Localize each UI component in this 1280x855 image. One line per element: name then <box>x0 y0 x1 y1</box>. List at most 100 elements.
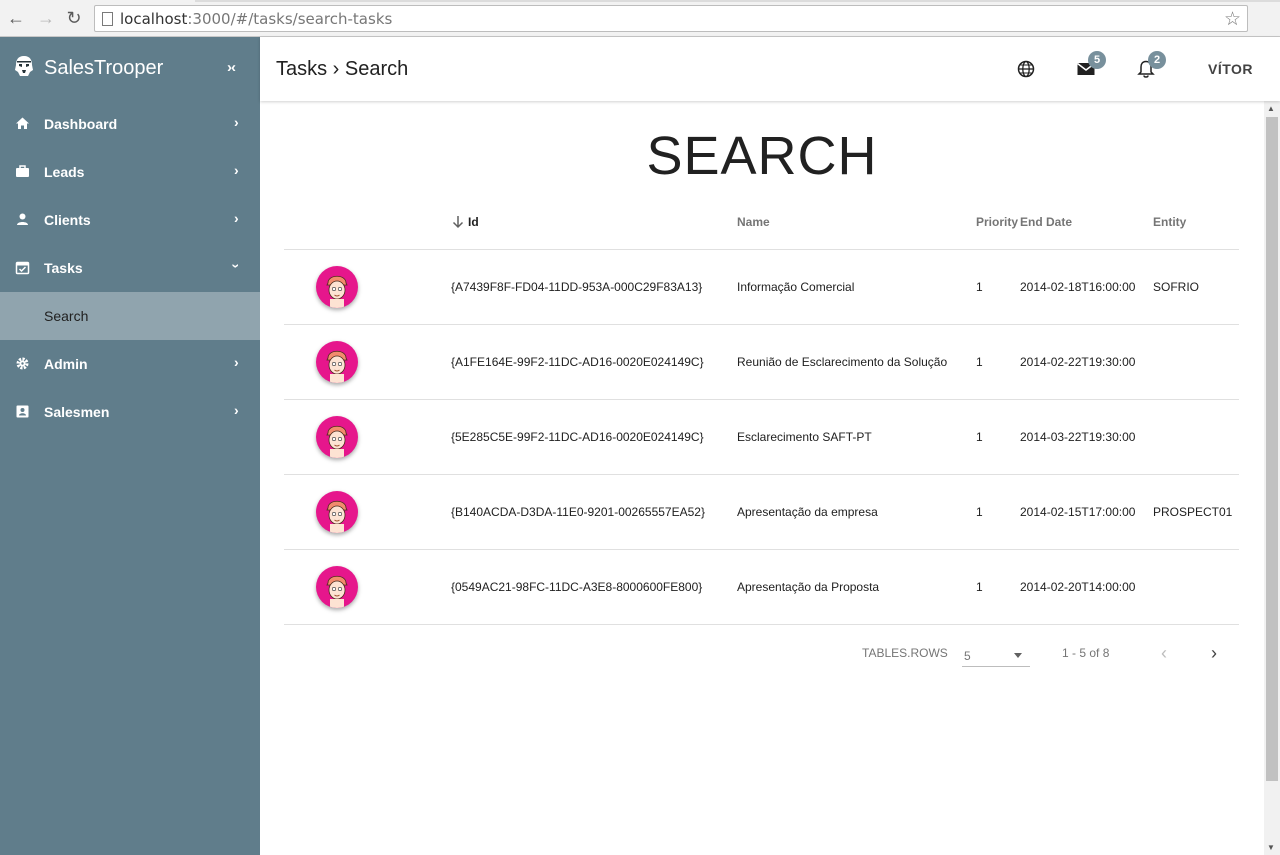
url-path: :3000/#/tasks/search-tasks <box>187 10 393 28</box>
cell-priority: 1 <box>976 505 983 519</box>
sidebar-item-search[interactable]: Search <box>0 292 260 340</box>
page-title: SEARCH <box>646 126 878 186</box>
avatar <box>316 566 358 608</box>
app-header: Tasks › Search 5 2 VÍTOR <box>260 37 1280 101</box>
address-bar[interactable]: localhost:3000/#/tasks/search-tasks ☆ <box>94 5 1248 32</box>
table-row[interactable]: {A1FE164E-99F2-11DC-AD16-0020E024149C} Re… <box>284 325 1239 400</box>
sidebar-item-salesmen[interactable]: Salesmen › <box>0 388 260 436</box>
cell-entity: PROSPECT01 <box>1153 505 1233 519</box>
rows-per-page-select[interactable]: 5 <box>962 647 1030 667</box>
avatar <box>316 266 358 308</box>
chevron-down-icon: › <box>228 263 245 269</box>
page-scrollbar[interactable]: ▲ ▼ <box>1264 101 1280 855</box>
sidebar-item-label: Clients <box>44 212 91 228</box>
cell-end-date: 2014-03-22T19:30:00 <box>1020 430 1136 444</box>
url-host: localhost <box>120 10 188 28</box>
sidebar-item-admin[interactable]: Admin › <box>0 340 260 388</box>
column-header-end-date[interactable]: End Date <box>1020 215 1072 229</box>
scroll-up-icon[interactable]: ▲ <box>1267 104 1275 113</box>
cell-name: Reunião de Esclarecimento da Solução <box>737 355 948 369</box>
briefcase-icon <box>16 165 29 177</box>
breadcrumb: Tasks › Search <box>276 58 409 80</box>
notification-count-badge: 2 <box>1148 51 1166 69</box>
notifications-button[interactable]: 2 <box>1136 51 1166 79</box>
contact-card-icon <box>16 405 29 418</box>
column-header-id[interactable]: Id <box>451 215 479 229</box>
chevron-right-icon: › <box>234 402 239 418</box>
sidebar-item-label: Leads <box>44 164 85 180</box>
globe-icon <box>1017 60 1035 78</box>
sidebar-item-label: Dashboard <box>44 116 118 132</box>
cell-priority: 1 <box>976 580 983 594</box>
cell-priority: 1 <box>976 280 983 294</box>
chevron-right-icon: › <box>234 114 239 130</box>
bookmark-star-icon[interactable]: ☆ <box>1224 8 1241 31</box>
next-page-icon[interactable]: › <box>1202 641 1226 665</box>
chevron-right-icon: › <box>234 162 239 178</box>
column-header-priority[interactable]: Priority <box>976 215 1018 229</box>
dropdown-caret-icon <box>1014 653 1022 658</box>
brand[interactable]: SalesTrooper ›‹ <box>0 37 260 100</box>
cell-id: {0549AC21-98FC-11DC-A3E8-8000600FE800} <box>451 580 703 594</box>
cell-id: {A1FE164E-99F2-11DC-AD16-0020E024149C} <box>451 355 704 369</box>
sidebar-item-leads[interactable]: Leads › <box>0 148 260 196</box>
avatar <box>316 491 358 533</box>
pagination-range: 1 - 5 of 8 <box>1062 646 1110 660</box>
cell-end-date: 2014-02-18T16:00:00 <box>1020 280 1136 294</box>
sidebar-item-label: Admin <box>44 356 88 372</box>
collapse-sidebar-icon[interactable]: ›‹ <box>227 59 236 76</box>
cell-name: Informação Comercial <box>737 280 855 294</box>
home-icon <box>16 117 29 129</box>
stormtrooper-logo-icon <box>15 56 33 76</box>
cell-priority: 1 <box>976 430 983 444</box>
brand-name: SalesTrooper <box>44 57 164 79</box>
sidebar-item-label: Search <box>44 308 89 324</box>
forward-icon[interactable]: → <box>36 8 56 28</box>
avatar <box>316 416 358 458</box>
sidebar-item-clients[interactable]: Clients › <box>0 196 260 244</box>
column-header-label: Id <box>468 215 479 229</box>
scroll-down-icon[interactable]: ▼ <box>1267 843 1275 852</box>
cell-id: {5E285C5E-99F2-11DC-AD16-0020E024149C} <box>451 430 704 444</box>
sidebar-item-label: Tasks <box>44 260 83 276</box>
rows-per-page-label: TABLES.ROWS <box>862 646 948 660</box>
cell-id: {A7439F8F-FD04-11DD-953A-000C29F83A13} <box>451 280 703 294</box>
sidebar: SalesTrooper ›‹ Dashboard › Leads › Clie… <box>0 37 260 855</box>
chevron-right-icon: › <box>234 210 239 226</box>
gear-icon <box>16 357 29 370</box>
mail-count-badge: 5 <box>1088 51 1106 69</box>
cell-id: {B140ACDA-D3DA-11E0-9201-00265557EA52} <box>451 505 705 519</box>
rows-per-page-value: 5 <box>964 649 971 663</box>
cell-entity: SOFRIO <box>1153 280 1200 294</box>
messages-button[interactable]: 5 <box>1076 51 1106 79</box>
sidebar-item-dashboard[interactable]: Dashboard › <box>0 100 260 148</box>
cell-end-date: 2014-02-15T17:00:00 <box>1020 505 1136 519</box>
sort-down-icon <box>452 216 464 229</box>
user-menu-button[interactable]: VÍTOR <box>1208 61 1253 77</box>
url-text[interactable]: localhost:3000/#/tasks/search-tasks <box>120 10 392 28</box>
main-content: SEARCH Id Name Priority End Date Entity … <box>260 101 1264 855</box>
scrollbar-thumb[interactable] <box>1266 117 1278 781</box>
table-row[interactable]: {0549AC21-98FC-11DC-A3E8-8000600FE800} Ap… <box>284 550 1239 625</box>
cell-end-date: 2014-02-20T14:00:00 <box>1020 580 1136 594</box>
column-header-name[interactable]: Name <box>737 215 770 229</box>
cell-name: Apresentação da empresa <box>737 505 878 519</box>
sidebar-menu: Dashboard › Leads › Clients › Tasks › Se… <box>0 100 260 436</box>
chevron-right-icon: › <box>234 354 239 370</box>
person-icon <box>17 213 28 225</box>
table-row[interactable]: {5E285C5E-99F2-11DC-AD16-0020E024149C} Es… <box>284 400 1239 475</box>
calendar-check-icon <box>15 261 30 275</box>
back-icon[interactable]: ← <box>6 8 26 28</box>
table-row[interactable]: {A7439F8F-FD04-11DD-953A-000C29F83A13} In… <box>284 250 1239 325</box>
sidebar-item-tasks[interactable]: Tasks › <box>0 244 260 292</box>
table-row[interactable]: {B140ACDA-D3DA-11E0-9201-00265557EA52} Ap… <box>284 475 1239 550</box>
prev-page-icon[interactable]: ‹ <box>1152 641 1176 665</box>
cell-name: Esclarecimento SAFT-PT <box>737 430 872 444</box>
cell-name: Apresentação da Proposta <box>737 580 880 594</box>
sidebar-item-label: Salesmen <box>44 404 110 420</box>
cell-end-date: 2014-02-22T19:30:00 <box>1020 355 1136 369</box>
column-header-entity[interactable]: Entity <box>1153 215 1186 229</box>
language-button[interactable] <box>1016 59 1036 79</box>
reload-icon[interactable]: ↻ <box>64 8 84 28</box>
avatar <box>316 341 358 383</box>
